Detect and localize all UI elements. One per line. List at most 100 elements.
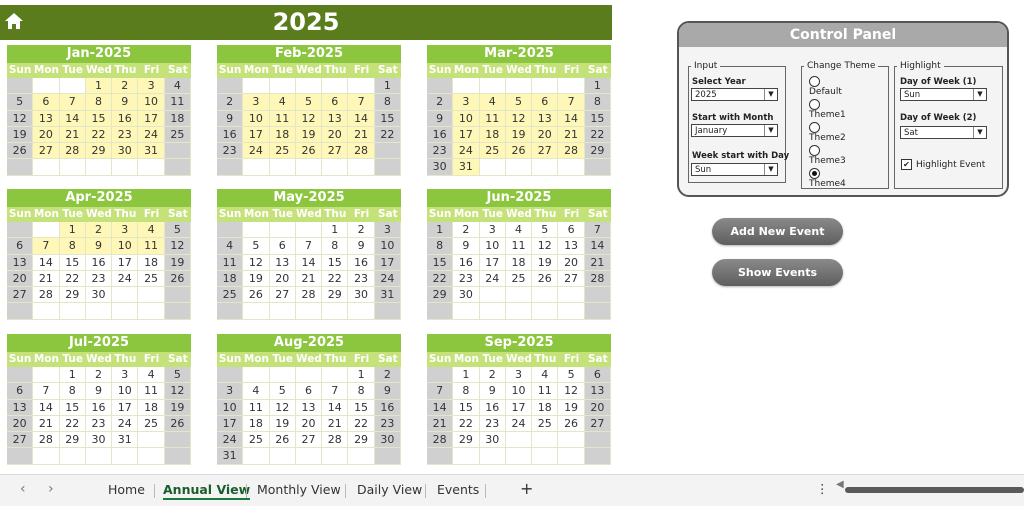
day-cell[interactable]: 20 xyxy=(7,415,34,433)
day-cell[interactable]: 1 xyxy=(59,222,86,239)
day-cell[interactable]: 8 xyxy=(59,383,86,400)
day-cell[interactable]: 7 xyxy=(584,222,611,239)
day-cell[interactable]: 6 xyxy=(584,367,611,384)
day-cell[interactable]: 22 xyxy=(59,415,86,433)
day-cell[interactable]: 9 xyxy=(112,94,139,111)
day-cell[interactable]: 19 xyxy=(269,415,296,433)
day-cell[interactable]: 19 xyxy=(164,254,191,271)
day-cell[interactable]: 20 xyxy=(558,254,585,271)
tab-monthly-view[interactable]: Monthly View xyxy=(257,482,341,497)
day-cell[interactable]: 23 xyxy=(348,270,375,288)
day-cell[interactable]: 14 xyxy=(584,238,611,255)
day-cell[interactable]: 4 xyxy=(164,78,191,95)
day-cell[interactable]: 23 xyxy=(374,415,401,433)
chevron-down-icon[interactable]: ▼ xyxy=(764,164,777,175)
day-cell[interactable]: 26 xyxy=(7,143,34,160)
day-cell[interactable]: 4 xyxy=(138,222,165,239)
day-cell[interactable]: 18 xyxy=(505,254,533,271)
day-cell[interactable]: 27 xyxy=(532,143,559,160)
day-cell[interactable]: 31 xyxy=(217,448,244,465)
day-cell[interactable]: 14 xyxy=(33,399,60,416)
day-cell[interactable]: 10 xyxy=(374,238,401,255)
day-cell[interactable]: 24 xyxy=(217,432,244,449)
day-cell[interactable]: 15 xyxy=(59,399,86,416)
day-cell[interactable]: 29 xyxy=(85,143,113,160)
day-cell[interactable]: 16 xyxy=(374,399,401,416)
more-options-icon[interactable]: ⋮ xyxy=(816,481,829,496)
add-sheet-button[interactable]: + xyxy=(520,479,533,498)
day-cell[interactable]: 19 xyxy=(243,270,270,288)
tab-events[interactable]: Events xyxy=(437,482,479,497)
day-cell[interactable]: 20 xyxy=(322,126,349,144)
day-cell[interactable]: 22 xyxy=(453,415,480,433)
chevron-left-icon[interactable]: ‹ xyxy=(20,481,26,497)
day-cell[interactable]: 13 xyxy=(295,399,323,416)
day-cell[interactable]: 7 xyxy=(348,94,375,111)
day-cell[interactable]: 8 xyxy=(427,238,454,255)
day-cell[interactable]: 22 xyxy=(59,270,86,288)
day-cell[interactable]: 22 xyxy=(374,126,401,144)
day-cell[interactable]: 10 xyxy=(505,383,533,400)
day-cell[interactable]: 3 xyxy=(217,383,244,400)
day-cell[interactable]: 1 xyxy=(427,222,454,239)
day-cell[interactable]: 7 xyxy=(295,238,323,255)
day-cell[interactable]: 6 xyxy=(7,238,34,255)
day-cell[interactable]: 1 xyxy=(348,367,375,384)
day-cell[interactable]: 23 xyxy=(453,270,480,288)
day-cell[interactable]: 2 xyxy=(453,222,480,239)
day-cell[interactable]: 6 xyxy=(269,238,296,255)
day-cell[interactable]: 17 xyxy=(505,399,533,416)
day-cell[interactable]: 2 xyxy=(348,222,375,239)
day-cell[interactable]: 22 xyxy=(85,126,113,144)
day-cell[interactable]: 1 xyxy=(85,78,113,95)
day-cell[interactable]: 2 xyxy=(479,367,506,384)
day-cell[interactable]: 4 xyxy=(532,367,559,384)
day-cell[interactable]: 13 xyxy=(269,254,296,271)
day-cell[interactable]: 15 xyxy=(59,254,86,271)
checkmark-icon[interactable]: ✔ xyxy=(901,159,912,170)
day-cell[interactable]: 30 xyxy=(374,432,401,449)
day-cell[interactable]: 21 xyxy=(295,270,323,288)
day-cell[interactable]: 11 xyxy=(479,110,506,127)
day-cell[interactable]: 15 xyxy=(374,110,401,127)
day-cell[interactable]: 25 xyxy=(138,270,165,288)
tab-home[interactable]: Home xyxy=(108,482,145,497)
day-cell[interactable]: 25 xyxy=(164,126,191,144)
day-cell[interactable]: 8 xyxy=(85,94,113,111)
day-cell[interactable]: 2 xyxy=(427,94,454,111)
day-cell[interactable]: 1 xyxy=(453,367,480,384)
day-cell[interactable]: 14 xyxy=(322,399,349,416)
day-cell[interactable]: 8 xyxy=(59,238,86,255)
day-cell[interactable]: 17 xyxy=(112,399,139,416)
day-cell[interactable]: 24 xyxy=(479,270,506,288)
day-cell[interactable]: 9 xyxy=(217,110,244,127)
day-cell[interactable]: 28 xyxy=(33,432,60,449)
day-cell[interactable]: 20 xyxy=(532,126,559,144)
day-cell[interactable]: 21 xyxy=(59,126,86,144)
day-cell[interactable]: 1 xyxy=(374,78,401,95)
day-cell[interactable]: 27 xyxy=(584,415,611,433)
day-cell[interactable]: 7 xyxy=(33,238,60,255)
day-cell[interactable]: 17 xyxy=(374,254,401,271)
day-cell[interactable]: 17 xyxy=(217,415,244,433)
day-cell[interactable]: 8 xyxy=(584,94,611,111)
day-cell[interactable]: 13 xyxy=(7,254,34,271)
day-cell[interactable]: 19 xyxy=(295,126,323,144)
day-cell[interactable]: 8 xyxy=(453,383,480,400)
day-cell[interactable]: 30 xyxy=(479,432,506,449)
day-cell[interactable]: 18 xyxy=(532,399,559,416)
day-cell[interactable]: 3 xyxy=(374,222,401,239)
week-start-dropdown[interactable]: Sun ▼ xyxy=(691,163,778,176)
day-cell[interactable]: 13 xyxy=(7,399,34,416)
day-cell[interactable]: 28 xyxy=(59,143,86,160)
day-cell[interactable]: 27 xyxy=(33,143,60,160)
day-cell[interactable]: 28 xyxy=(33,287,60,304)
day-cell[interactable]: 12 xyxy=(505,110,533,127)
day-cell[interactable]: 21 xyxy=(427,415,454,433)
scroll-left-icon[interactable]: ◀ xyxy=(836,479,844,490)
day-cell[interactable]: 1 xyxy=(322,222,349,239)
day-cell[interactable]: 21 xyxy=(348,126,375,144)
day-cell[interactable]: 19 xyxy=(7,126,34,144)
day-cell[interactable]: 21 xyxy=(584,254,611,271)
day-cell[interactable]: 12 xyxy=(558,383,585,400)
